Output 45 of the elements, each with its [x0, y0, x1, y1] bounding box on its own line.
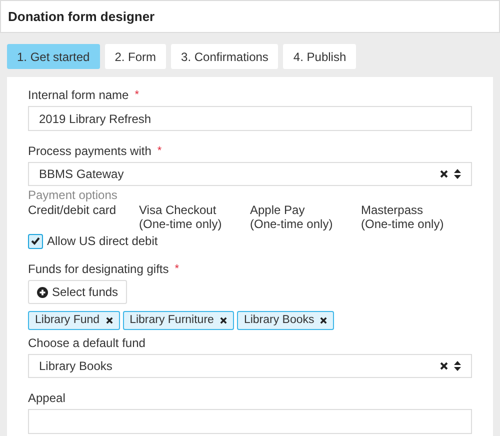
checkmark-icon	[31, 237, 40, 245]
plus-circle-icon	[37, 286, 48, 298]
field-label: Appeal	[28, 391, 66, 405]
payment-option: Credit/debit card	[28, 203, 139, 217]
sort-arrows-icon[interactable]	[454, 169, 461, 179]
step-tab[interactable]: 2. Form	[104, 44, 166, 69]
payment-option-note: (One-time only)	[361, 217, 445, 231]
step-tab[interactable]: 4. Publish	[283, 44, 356, 69]
payment-option-note: (One-time only)	[250, 217, 334, 231]
checkbox-label: Allow US direct debit	[47, 233, 158, 249]
fund-tag-label: Library Furniture	[130, 312, 214, 328]
clear-icon[interactable]	[440, 362, 448, 370]
text-input-field[interactable]	[28, 409, 472, 434]
fund-tag-label: Library Books	[244, 312, 314, 328]
field-label: Process payments with	[28, 144, 152, 158]
sort-arrows-icon[interactable]	[454, 361, 461, 371]
select-field[interactable]: Library Books	[28, 354, 472, 378]
payment-option: Masterpass	[361, 203, 472, 217]
window-title: Donation form designer	[8, 8, 155, 26]
required-mark: *	[174, 264, 180, 274]
remove-icon[interactable]	[320, 317, 328, 324]
required-mark: *	[134, 90, 139, 100]
fund-tag[interactable]: Library Books	[236, 311, 334, 330]
field-label: Funds for designating gifts	[28, 262, 169, 276]
required-mark: *	[157, 146, 162, 156]
step-tab[interactable]: 3. Confirmations	[171, 44, 278, 69]
remove-icon[interactable]	[106, 317, 113, 324]
fund-tag-label: Library Fund	[35, 312, 100, 328]
step-tab[interactable]: 1. Get started	[7, 44, 100, 69]
select-funds-button[interactable]: Select funds	[28, 280, 128, 304]
payment-option-note: (One-time only)	[139, 217, 223, 231]
fund-tag[interactable]: Library Furniture	[122, 311, 234, 330]
fund-tag[interactable]: Library Fund	[28, 311, 120, 330]
checkbox[interactable]	[28, 234, 43, 248]
field-label: Internal form name	[28, 88, 129, 102]
select-field[interactable]: BBMS Gateway	[28, 162, 472, 186]
options-heading: Payment options	[28, 188, 118, 203]
remove-icon[interactable]	[220, 317, 227, 324]
select-value: Library Books	[39, 358, 112, 375]
payment-option: Apple Pay	[250, 203, 361, 217]
text-input-field[interactable]: 2019 Library Refresh	[28, 106, 472, 131]
payment-option: Visa Checkout	[139, 203, 250, 217]
select-value: BBMS Gateway	[39, 166, 124, 183]
field-label: Choose a default fund	[28, 336, 146, 350]
clear-icon[interactable]	[440, 170, 448, 178]
